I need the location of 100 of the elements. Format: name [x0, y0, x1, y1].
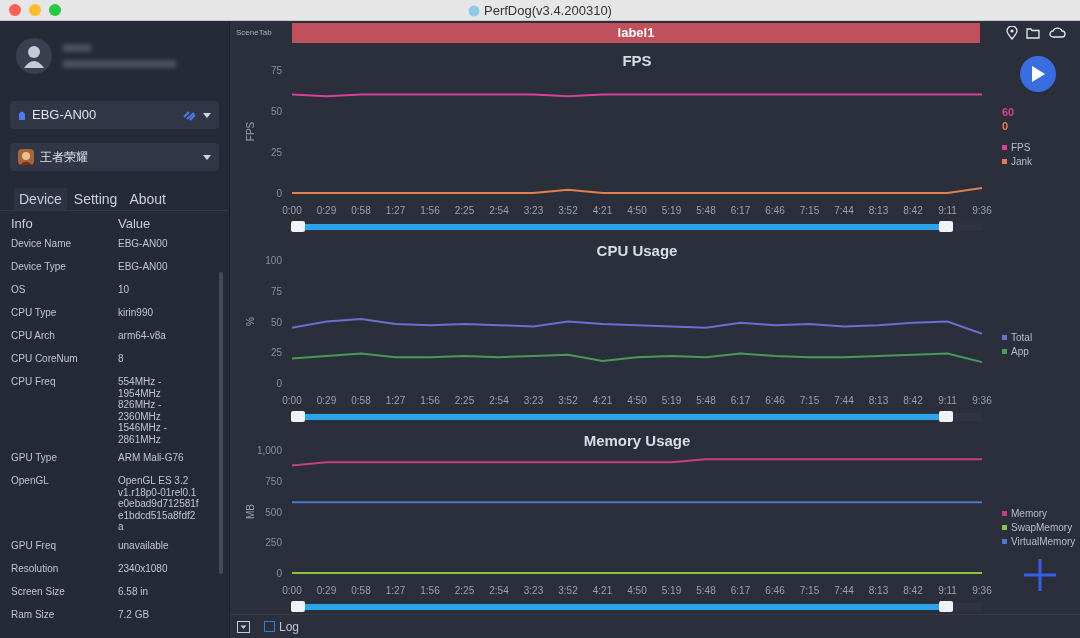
table-cell-text: ARM Mali-G76 — [118, 451, 185, 465]
axis-label: 5:48 — [696, 585, 716, 596]
axis-label: 0:58 — [351, 585, 371, 596]
slider-handle[interactable] — [939, 411, 953, 422]
axis-label: 0:58 — [351, 395, 371, 406]
slider-handle[interactable] — [939, 601, 953, 612]
chart-title: FPS — [622, 52, 652, 69]
table-cell-text: OS — [11, 283, 27, 296]
axis-label: 9:11 — [938, 585, 957, 596]
cloud-icon[interactable] — [1049, 27, 1066, 38]
axis-label: 9:36 — [972, 395, 992, 406]
axis-label: 4:21 — [592, 585, 613, 596]
folder-icon[interactable] — [1026, 26, 1041, 39]
axis-label: 0 — [276, 378, 282, 389]
axis-label: 1:56 — [420, 585, 440, 596]
caret-icon — [203, 112, 211, 118]
game-icon — [18, 149, 34, 165]
table-cell-text: 6.58 in — [118, 584, 150, 599]
app-icon — [468, 4, 481, 17]
axis-label: 0:29 — [316, 395, 337, 406]
location-pin-icon[interactable] — [1006, 25, 1018, 40]
table-cell-text: OpenGL — [11, 474, 50, 487]
slider-handle[interactable] — [291, 411, 305, 422]
slider-handle[interactable] — [291, 221, 305, 232]
axis-label: 0:29 — [316, 585, 337, 596]
table-cell-text: 8 — [118, 352, 125, 366]
axis-label: 7:15 — [799, 585, 820, 596]
axis-label: 3:23 — [523, 585, 544, 596]
window-title: PerfDog(v3.4.200310) — [484, 1, 612, 20]
value-readout: 0 — [1002, 120, 1009, 133]
legend-label: App — [1011, 345, 1029, 358]
tab[interactable]: Setting — [68, 188, 123, 210]
checkbox[interactable] — [264, 621, 275, 632]
axis-label: 6:17 — [730, 395, 751, 406]
slider-handle[interactable] — [939, 221, 953, 232]
axis-label: 0 — [276, 188, 282, 199]
tab[interactable]: Device — [14, 188, 67, 210]
tab[interactable]: About — [124, 188, 171, 210]
link-icon — [181, 108, 197, 122]
axis-label: 6:17 — [730, 585, 751, 596]
table-cell-text: CPU Arch — [11, 329, 56, 342]
table-cell-text: kirin990 — [118, 306, 155, 320]
axis-label: 0:58 — [351, 205, 371, 216]
checkbox-label: Log — [279, 618, 300, 636]
axis-label: 1:27 — [385, 205, 406, 216]
table-cell-text: CPU Type — [11, 306, 58, 319]
axis-label: 6:46 — [765, 585, 785, 596]
table-cell-text: 10 — [118, 283, 131, 297]
axis-label: 5:19 — [661, 205, 682, 216]
axis-label: 1,000 — [256, 445, 282, 456]
table-cell-text: Resolution — [11, 561, 60, 575]
close-button[interactable] — [9, 4, 21, 16]
play-button[interactable] — [1020, 56, 1056, 92]
scene-tab-label: SceneTab — [236, 26, 273, 39]
axis-label: 2:54 — [489, 585, 509, 596]
axis-label: 7:44 — [834, 395, 854, 406]
legend-label: VirtualMemory — [1011, 535, 1076, 548]
axis-label: 3:23 — [523, 395, 544, 406]
scene-marker: label1 — [292, 22, 980, 43]
axis-label: 1:56 — [420, 395, 440, 406]
axis-label: 7:44 — [834, 205, 854, 216]
axis-label: 2:25 — [454, 395, 475, 406]
table-cell-text: GPU Freq — [11, 538, 57, 552]
table-cell-text: Device Name — [11, 237, 73, 250]
axis-label: 0:00 — [282, 395, 302, 406]
axis-label: 25 — [270, 147, 282, 158]
plus-icon[interactable] — [1022, 557, 1058, 593]
column-header: Info — [11, 215, 34, 234]
device-dropdown[interactable]: EBG-AN00 — [10, 101, 219, 129]
slider-handle[interactable] — [291, 601, 305, 612]
axis-label: 25 — [270, 347, 282, 359]
axis-label: 4:21 — [592, 205, 613, 216]
axis-label: 100 — [265, 255, 282, 266]
axis-label: 5:19 — [661, 585, 682, 596]
device-name: EBG-AN00 — [32, 106, 98, 125]
axis-label: 8:13 — [868, 395, 889, 406]
app-dropdown[interactable]: 王者荣耀 — [10, 143, 219, 171]
play-icon — [1031, 66, 1045, 82]
axis-label: 2:54 — [489, 395, 509, 406]
axis-label: 2:54 — [489, 205, 509, 216]
axis-label: 9:36 — [972, 585, 992, 596]
expand-icon[interactable] — [237, 620, 250, 633]
app-name: 王者荣耀 — [40, 149, 89, 166]
table-cell-text: CPU CoreNum — [11, 352, 79, 365]
table-cell-text: 554MHz - 1954MHz 826MHz - 2360MHz 1546MHz - 2861MHz — [118, 375, 168, 447]
axis-label: 500 — [265, 506, 282, 518]
table-cell-text: unavailable — [118, 538, 170, 553]
axis-label: 5:48 — [696, 205, 716, 216]
column-header: Value — [118, 215, 151, 234]
axis-label: 6:46 — [765, 395, 785, 406]
axis-label: 6:17 — [730, 205, 751, 216]
axis-label: 50 — [270, 106, 282, 117]
axis-label: 3:23 — [523, 205, 544, 216]
scrollbar[interactable] — [219, 272, 223, 574]
axis-label: 0:29 — [316, 205, 337, 216]
axis-label: 1:27 — [385, 395, 406, 406]
caret-icon — [203, 154, 211, 160]
axis-label: 4:21 — [592, 395, 613, 406]
axis-label: 1:56 — [420, 205, 440, 216]
axis-label: 0:00 — [282, 205, 302, 216]
